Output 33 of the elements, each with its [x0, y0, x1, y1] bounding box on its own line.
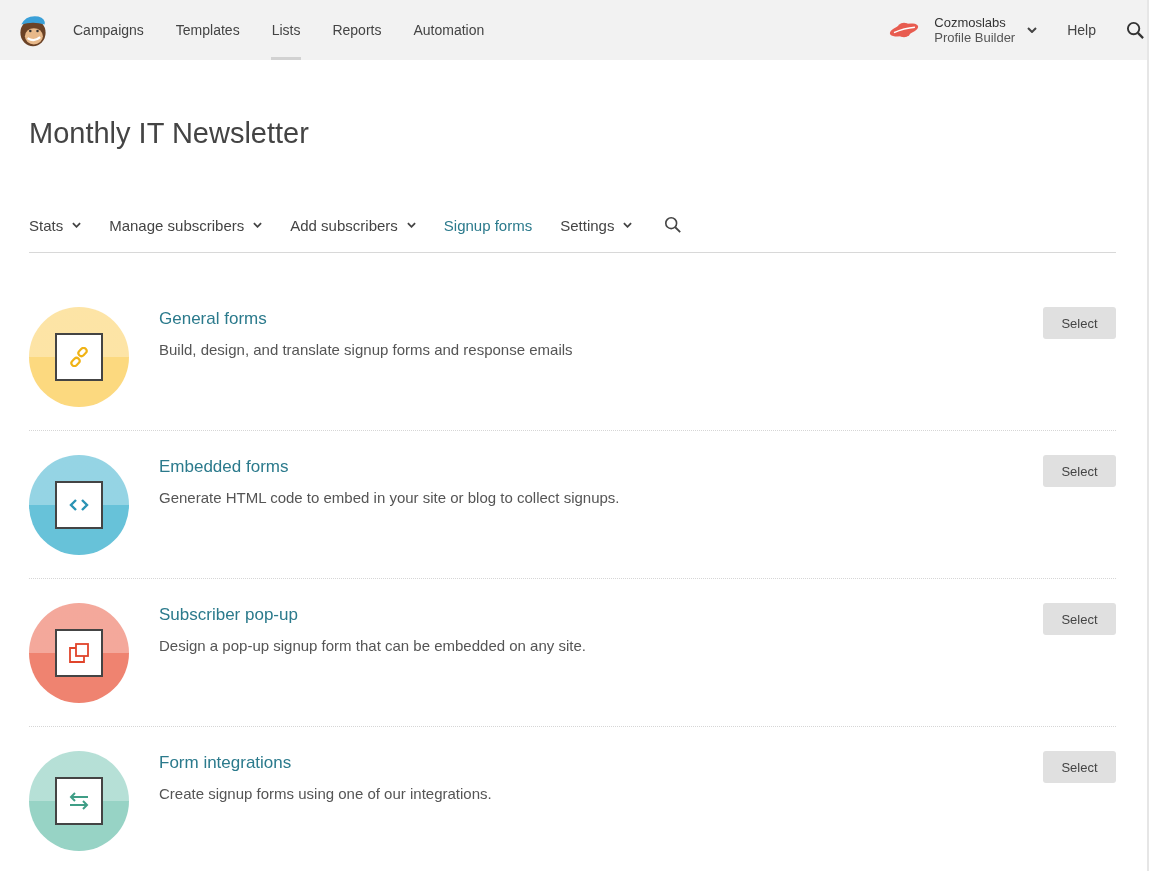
form-type-link[interactable]: Subscriber pop-up [159, 605, 298, 625]
form-type-description: Generate HTML code to embed in your site or blog to collect signups. [159, 489, 621, 506]
nav-tab[interactable]: Reports [331, 0, 383, 60]
subnav-tab[interactable]: Signup forms [443, 216, 533, 234]
subnav-tab[interactable]: Settings [560, 216, 633, 234]
subnav-tab[interactable]: Stats [29, 216, 82, 234]
nav-tab[interactable]: Lists [270, 0, 302, 60]
swap-arrows-icon [68, 790, 90, 812]
form-type-description: Build, design, and translate signup forms and response emails [159, 341, 574, 358]
subnav-tab[interactable]: Manage subscribers [109, 216, 263, 234]
nav-tab[interactable]: Campaigns [72, 0, 145, 60]
form-type-description: Design a pop-up signup form that can be embedded on any site. [159, 637, 587, 654]
select-button[interactable]: Select [1043, 307, 1116, 339]
form-type-link[interactable]: General forms [159, 309, 267, 329]
account-name[interactable]: Cozmoslabs [934, 15, 1016, 30]
form-type-link[interactable]: Embedded forms [159, 457, 289, 477]
subnav-tab[interactable]: Add subscribers [290, 216, 416, 234]
page-title: Monthly IT Newsletter [29, 116, 310, 150]
help-link[interactable]: Help [1067, 22, 1096, 38]
select-button[interactable]: Select [1043, 603, 1116, 635]
code-brackets-icon [68, 498, 90, 512]
nav-tab[interactable]: Automation [412, 0, 486, 60]
chevron-down-icon[interactable] [1027, 27, 1038, 33]
form-type-description: Create signup forms using one of our integrations. [159, 785, 493, 802]
select-button[interactable]: Select [1043, 751, 1116, 783]
account-subtitle: Profile Builder [934, 30, 1016, 45]
link-icon [69, 347, 89, 367]
select-button[interactable]: Select [1043, 455, 1116, 487]
form-type-link[interactable]: Form integrations [159, 753, 292, 773]
search-icon[interactable] [1126, 20, 1145, 40]
overlapping-squares-icon [68, 642, 90, 664]
search-icon[interactable] [664, 216, 683, 234]
nav-tab[interactable]: Templates [174, 0, 241, 60]
